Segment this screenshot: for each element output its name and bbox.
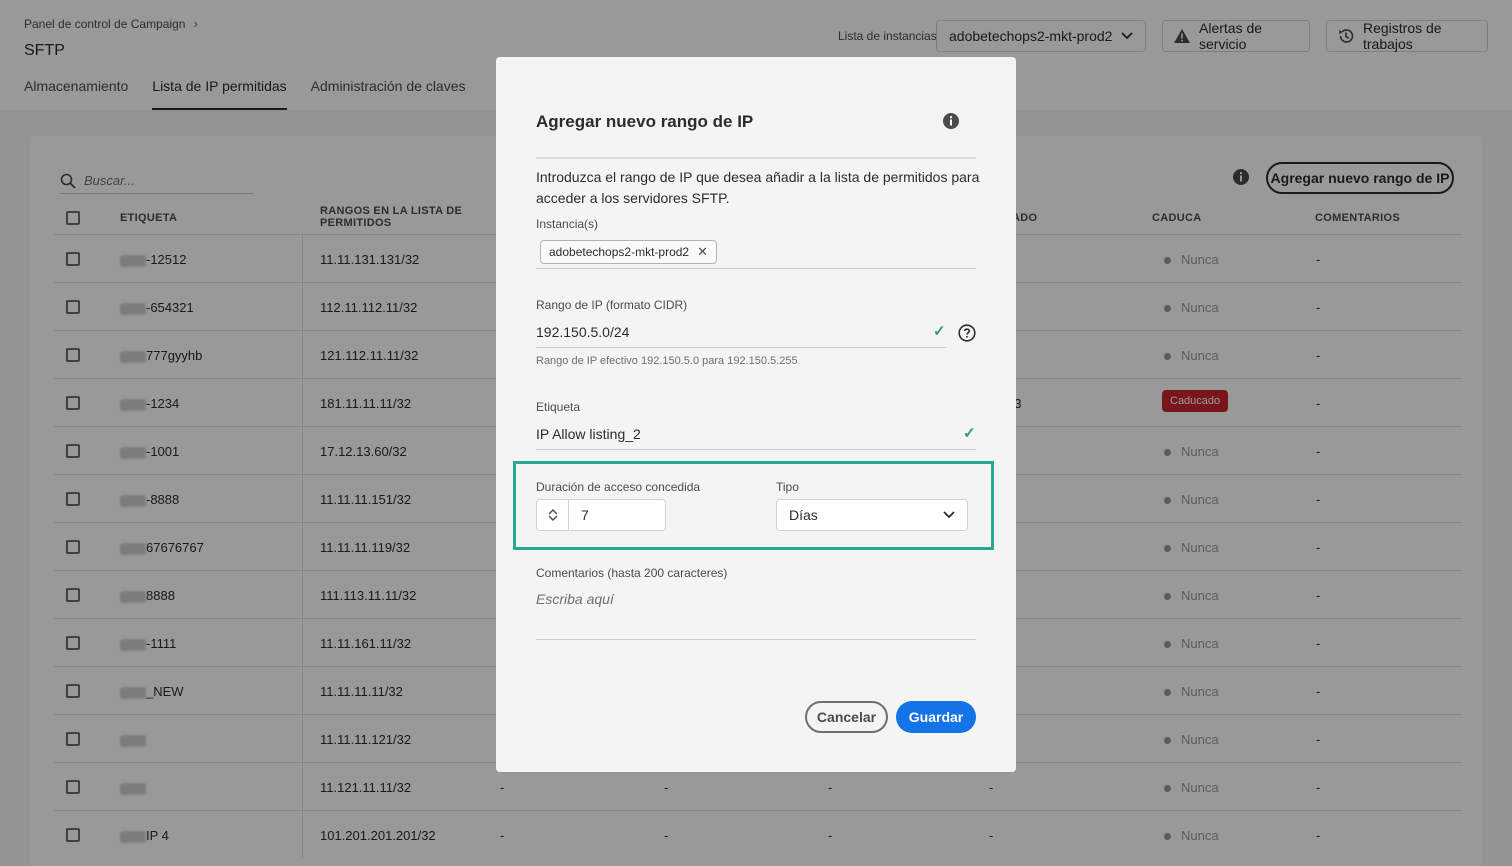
instance-tag: adobetechops2-mkt-prod2 ✕ [540,240,717,264]
comments-underline [536,639,976,640]
comments-label: Comentarios (hasta 200 caracteres) [536,566,728,580]
ip-range-input[interactable]: 192.150.5.0/24 [536,324,629,340]
instances-underline [536,268,976,269]
tag-underline [536,449,976,450]
type-select-value: Días [789,507,818,523]
ip-range-underline [536,347,946,348]
info-icon[interactable] [942,112,960,130]
remove-tag-icon[interactable]: ✕ [697,244,708,260]
duration-input[interactable]: 7 [569,500,589,530]
dialog-title: Agregar nuevo rango de IP [536,112,754,131]
divider [536,157,976,159]
checkmark-icon: ✓ [963,425,976,442]
duration-stepper[interactable]: 7 [536,499,666,531]
chevron-down-icon [943,511,955,519]
duration-label: Duración de acceso concedida [536,480,701,494]
ip-range-hint: Rango de IP efectivo 192.150.5.0 para 19… [536,355,798,367]
chevron-down-icon[interactable] [548,515,558,522]
tag-input[interactable]: IP Allow listing_2 [536,426,641,442]
checkmark-icon: ✓ [933,323,946,340]
dialog-description: Introduzca el rango de IP que desea añad… [536,169,980,206]
instances-label: Instancia(s) [536,217,599,231]
type-label: Tipo [776,480,799,494]
save-button[interactable]: Guardar [896,701,976,733]
tag-label: Etiqueta [536,400,581,414]
help-icon[interactable] [958,324,976,342]
add-ip-range-dialog: Agregar nuevo rango de IP Introduzca el … [496,57,1016,772]
ip-range-label: Rango de IP (formato CIDR) [536,298,688,312]
chevron-up-icon[interactable] [548,508,558,515]
instance-tag-label: adobetechops2-mkt-prod2 [549,245,690,259]
comments-textarea[interactable]: Escriba aquí [536,591,614,607]
type-select[interactable]: Días [776,499,968,531]
cancel-button[interactable]: Cancelar [805,701,888,733]
stepper-arrows[interactable] [537,500,569,530]
